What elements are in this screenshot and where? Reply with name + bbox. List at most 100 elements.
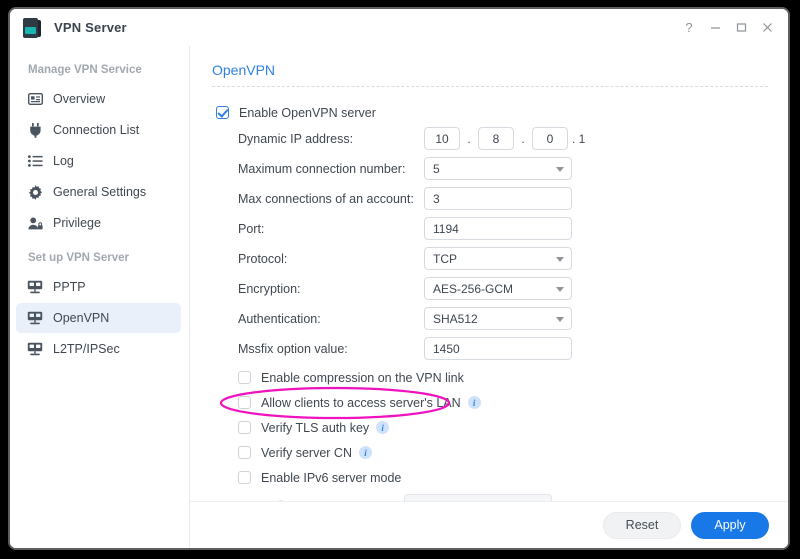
- authentication-select[interactable]: SHA512: [424, 307, 572, 330]
- apply-button[interactable]: Apply: [691, 512, 769, 539]
- sidebar-item-connection-list[interactable]: Connection List: [16, 115, 181, 145]
- maximize-button[interactable]: [728, 16, 754, 40]
- verify-tls-auth-key-checkbox[interactable]: [238, 421, 251, 434]
- window-title: VPN Server: [54, 20, 127, 35]
- port-row: Port: 1194: [212, 215, 768, 242]
- mssfix-label: Mssfix option value:: [212, 342, 424, 356]
- sidebar-group-label-manage: Manage VPN Service: [10, 56, 189, 83]
- sidebar-item-label: Connection List: [53, 123, 139, 137]
- verify-server-cn-checkbox[interactable]: [238, 446, 251, 459]
- allow-lan-access-label: Allow clients to access server's LAN: [261, 396, 461, 410]
- main-panel: OpenVPN Enable OpenVPN server Dynamic IP…: [190, 46, 788, 548]
- authentication-label: Authentication:: [212, 312, 424, 326]
- enable-openvpn-label: Enable OpenVPN server: [239, 106, 376, 120]
- encryption-select[interactable]: AES-256-GCM: [424, 277, 572, 300]
- enable-ipv6-label: Enable IPv6 server mode: [261, 471, 401, 485]
- enable-compression-label: Enable compression on the VPN link: [261, 371, 464, 385]
- max-connection-number-row: Maximum connection number: 5: [212, 155, 768, 182]
- ip-octet-3[interactable]: 0: [532, 127, 568, 150]
- max-connection-number-select[interactable]: 5: [424, 157, 572, 180]
- select-value: AES-256-GCM: [433, 282, 513, 296]
- mssfix-input[interactable]: 1450: [424, 337, 572, 360]
- prefix-select: [404, 494, 552, 501]
- sidebar-item-l2tp-ipsec[interactable]: L2TP/IPSec: [16, 334, 181, 364]
- ip-separator: .: [460, 132, 478, 146]
- dynamic-ip-row: Dynamic IP address: 10 . 8 . 0 . 1: [212, 125, 768, 152]
- mssfix-row: Mssfix option value: 1450: [212, 335, 768, 362]
- prefix-label: Prefix:: [212, 499, 424, 502]
- sidebar-item-log[interactable]: Log: [16, 146, 181, 176]
- minimize-button[interactable]: [702, 16, 728, 40]
- sidebar-item-privilege[interactable]: Privilege: [16, 208, 181, 238]
- enable-openvpn-row[interactable]: Enable OpenVPN server: [212, 100, 768, 125]
- input-value: 1450: [433, 342, 460, 356]
- enable-ipv6-checkbox[interactable]: [238, 471, 251, 484]
- protocol-select[interactable]: TCP: [424, 247, 572, 270]
- chevron-down-icon: [556, 167, 564, 172]
- allow-lan-access-row[interactable]: Allow clients to access server's LAN i: [212, 390, 768, 415]
- select-value: 5: [433, 162, 440, 176]
- monitor-network-icon: [26, 310, 44, 326]
- ip-octet-2[interactable]: 8: [478, 127, 514, 150]
- max-connections-account-row: Max connections of an account: 3: [212, 185, 768, 212]
- verify-server-cn-label: Verify server CN: [261, 446, 352, 460]
- prefix-row: Prefix:: [212, 492, 768, 501]
- sidebar-item-label: Log: [53, 154, 74, 168]
- minimize-icon: [710, 22, 721, 33]
- enable-compression-checkbox[interactable]: [238, 371, 251, 384]
- maximize-icon: [736, 22, 747, 33]
- sidebar-item-label: PPTP: [53, 280, 86, 294]
- sidebar-item-label: General Settings: [53, 185, 146, 199]
- select-value: TCP: [433, 252, 457, 266]
- verify-tls-auth-key-row[interactable]: Verify TLS auth key i: [212, 415, 768, 440]
- sidebar-item-label: Privilege: [53, 216, 101, 230]
- info-icon[interactable]: i: [376, 421, 389, 434]
- encryption-row: Encryption: AES-256-GCM: [212, 275, 768, 302]
- enable-ipv6-row[interactable]: Enable IPv6 server mode: [212, 465, 768, 490]
- chevron-down-icon: [556, 317, 564, 322]
- verify-server-cn-row[interactable]: Verify server CN i: [212, 440, 768, 465]
- user-lock-icon: [26, 215, 44, 231]
- dynamic-ip-group: 10 . 8 . 0 . 1: [424, 127, 585, 150]
- sidebar-group-label-setup: Set up VPN Server: [10, 239, 189, 271]
- input-value: 3: [433, 192, 440, 206]
- sidebar-item-overview[interactable]: Overview: [16, 84, 181, 114]
- sidebar-item-general-settings[interactable]: General Settings: [16, 177, 181, 207]
- info-icon[interactable]: i: [468, 396, 481, 409]
- plug-icon: [26, 122, 44, 138]
- sidebar: Manage VPN Service Overview Connection L…: [10, 46, 190, 548]
- close-icon: [762, 22, 773, 33]
- ip-octet-1[interactable]: 10: [424, 127, 460, 150]
- sidebar-item-label: Overview: [53, 92, 105, 106]
- sidebar-item-openvpn[interactable]: OpenVPN: [16, 303, 181, 333]
- page-title: OpenVPN: [212, 62, 768, 86]
- divider: [212, 86, 768, 87]
- allow-lan-access-checkbox[interactable]: [238, 396, 251, 409]
- verify-tls-auth-key-label: Verify TLS auth key: [261, 421, 369, 435]
- gear-icon: [26, 184, 44, 200]
- port-input[interactable]: 1194: [424, 217, 572, 240]
- overview-card-icon: [26, 91, 44, 107]
- list-icon: [26, 153, 44, 169]
- input-value: 1194: [433, 222, 459, 236]
- sidebar-item-pptp[interactable]: PPTP: [16, 272, 181, 302]
- max-connections-account-input[interactable]: 3: [424, 187, 572, 210]
- footer-bar: Reset Apply: [190, 501, 788, 548]
- select-value: SHA512: [433, 312, 478, 326]
- settings-form: OpenVPN Enable OpenVPN server Dynamic IP…: [190, 46, 788, 501]
- protocol-label: Protocol:: [212, 252, 424, 266]
- authentication-row: Authentication: SHA512: [212, 305, 768, 332]
- ip-octet-4-static: . 1: [572, 132, 585, 146]
- ip-separator: .: [514, 132, 532, 146]
- max-connections-account-label: Max connections of an account:: [212, 192, 424, 206]
- monitor-network-icon: [26, 279, 44, 295]
- help-button[interactable]: ?: [676, 16, 702, 40]
- encryption-label: Encryption:: [212, 282, 424, 296]
- close-button[interactable]: [754, 16, 780, 40]
- enable-compression-row[interactable]: Enable compression on the VPN link: [212, 365, 768, 390]
- protocol-row: Protocol: TCP: [212, 245, 768, 272]
- info-icon[interactable]: i: [359, 446, 372, 459]
- enable-openvpn-checkbox[interactable]: [216, 106, 229, 119]
- reset-button[interactable]: Reset: [603, 512, 681, 539]
- dynamic-ip-label: Dynamic IP address:: [212, 132, 424, 146]
